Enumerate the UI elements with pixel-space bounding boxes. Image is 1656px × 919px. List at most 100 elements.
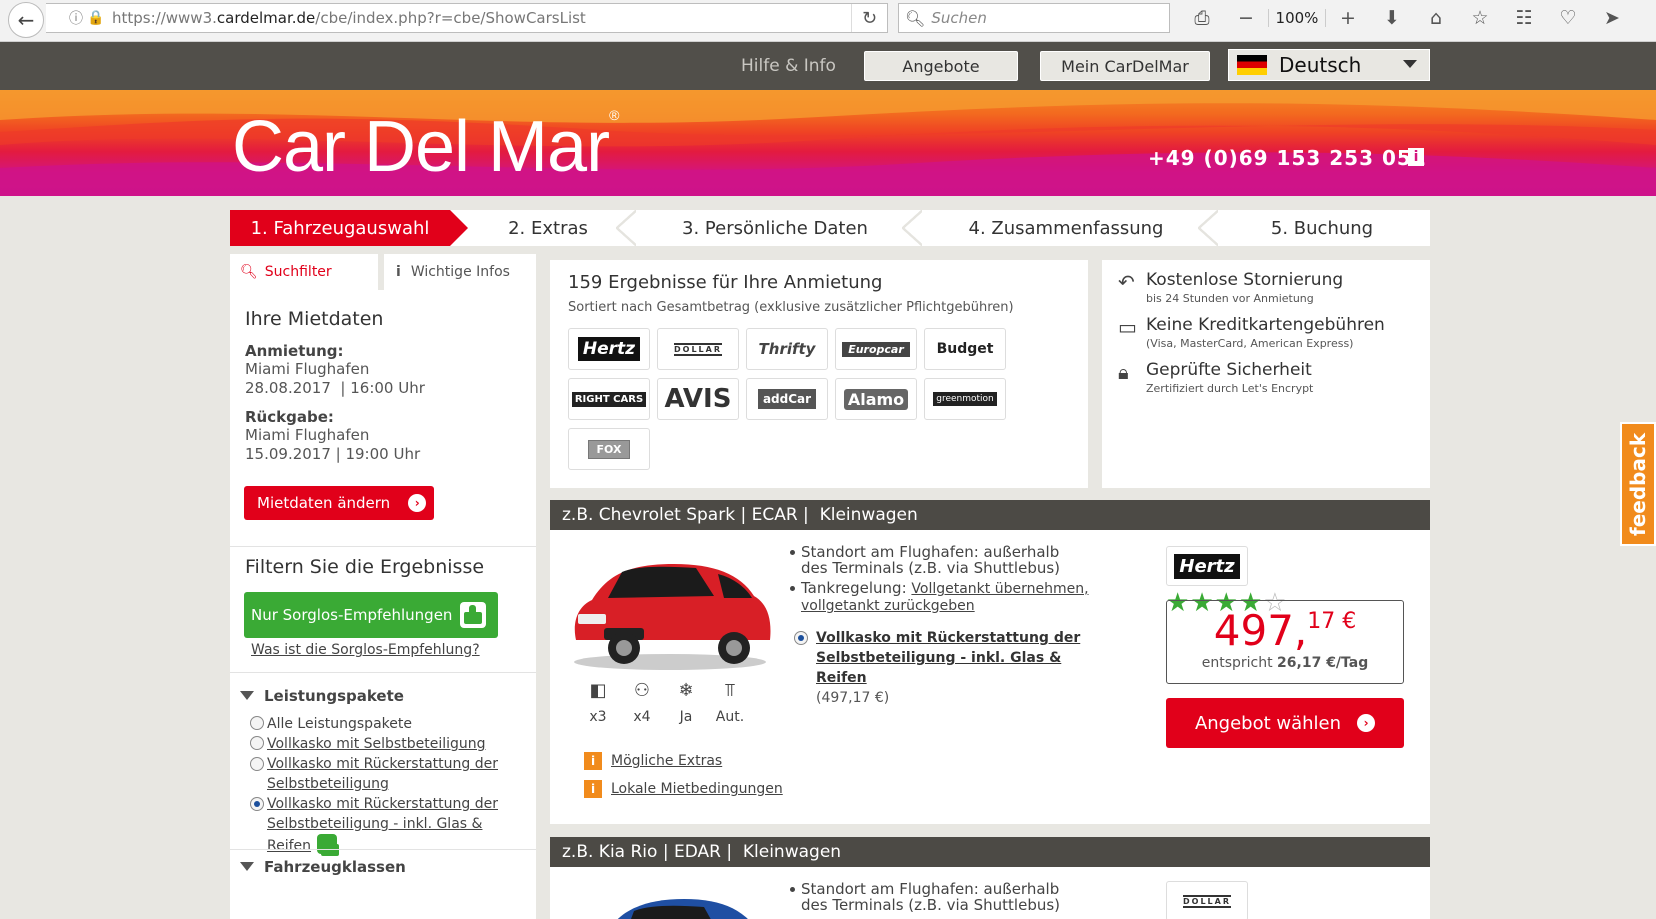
insurance-option[interactable]: Vollkasko mit Rückerstattung der Selbstb…: [794, 628, 1104, 706]
package-option-cdw-refund[interactable]: Vollkasko mit Rückerstattung der Selbstb…: [250, 754, 520, 794]
radio-cdw-refund-glass[interactable]: [250, 797, 264, 811]
offers-button[interactable]: Angebote: [864, 51, 1018, 81]
language-select[interactable]: Deutsch: [1228, 49, 1430, 81]
thumbs-up-icon: [317, 834, 340, 856]
header-banner: Car Del Mar® +49 (0)69 153 253 051 i: [0, 90, 1656, 196]
package-option-cdw-refund-glass[interactable]: Vollkasko mit Rückerstattung der Selbstb…: [250, 794, 520, 856]
radio-cdw-refund[interactable]: [250, 757, 264, 771]
url-text[interactable]: https://www3.cardelmar.de/cbe/index.php?…: [112, 9, 586, 27]
door-icon: ◧: [589, 680, 607, 701]
address-bar[interactable]: ⓘ 🔒 https://www3.cardelmar.de/cbe/index.…: [46, 3, 888, 33]
insurance-radio[interactable]: [794, 631, 808, 645]
zoom-level[interactable]: 100%: [1268, 9, 1326, 27]
print-icon[interactable]: ⎙: [1180, 7, 1224, 29]
supplier-europcar[interactable]: Europcar: [835, 328, 917, 370]
tab-search-filter[interactable]: 🔍︎ Suchfilter: [230, 254, 378, 290]
bookmark-star-icon[interactable]: ☆: [1458, 7, 1502, 29]
pickup-label: Anmietung:: [245, 342, 344, 360]
step-booking: 5. Buchung: [1270, 217, 1374, 239]
vehicle-classes-toggle[interactable]: Fahrzeugklassen: [240, 858, 406, 876]
select-offer-button[interactable]: Angebot wählen ›: [1166, 698, 1404, 748]
pickup-date: 28.08.2017 | 16:00 Uhr: [245, 379, 425, 397]
help-link[interactable]: Hilfe & Info: [741, 56, 836, 76]
benefit-fees-title: Keine Kreditkartengebühren: [1146, 315, 1385, 335]
feature-location: Standort am Flughafen: außerhalb des Ter…: [790, 881, 1090, 913]
change-rental-button[interactable]: Mietdaten ändern ›: [244, 486, 434, 520]
package-option-all[interactable]: Alle Leistungspakete: [250, 714, 520, 734]
results-count: 159 Ergebnisse für Ihre Anmietung: [568, 272, 883, 293]
zoom-out-icon[interactable]: −: [1224, 7, 1268, 29]
carefree-info-link[interactable]: Was ist die Sorglos-Empfehlung?: [251, 642, 480, 658]
supplier-addcar[interactable]: addCar: [746, 378, 828, 420]
padlock-icon: 🔒︎: [1118, 360, 1129, 384]
passengers-icon: ⚇: [633, 680, 651, 701]
triangle-down-icon: [240, 691, 254, 700]
carefree-filter-button[interactable]: Nur Sorglos-Empfehlungen: [244, 592, 498, 638]
return-label: Rückgabe:: [245, 408, 334, 426]
supplier-budget[interactable]: Budget: [924, 328, 1006, 370]
site-topbar: Hilfe & Info Angebote Mein CarDelMar Deu…: [0, 42, 1656, 90]
results-panel: 159 Ergebnisse für Ihre Anmietung Sortie…: [550, 260, 1088, 488]
browser-toolbar: ← ⓘ 🔒 https://www3.cardelmar.de/cbe/inde…: [0, 0, 1656, 42]
info-icon[interactable]: ⓘ: [66, 8, 86, 28]
zoom-in-icon[interactable]: +: [1326, 7, 1370, 29]
step-personal-data: 3. Persönliche Daten: [632, 210, 922, 246]
car-offer-card: z.B. Kia Rio | EDAR | Kleinwagen Standor…: [550, 837, 1430, 919]
supplier-hertz[interactable]: Hertz: [568, 328, 650, 370]
car-image[interactable]: [564, 881, 776, 919]
language-label: Deutsch: [1279, 53, 1362, 77]
supplier-thrifty[interactable]: Thrifty: [746, 328, 828, 370]
reload-icon[interactable]: ↻: [851, 4, 887, 32]
feature-location: Standort am Flughafen: außerhalb des Ter…: [790, 544, 1090, 576]
arrow-right-icon: ›: [1357, 714, 1376, 732]
info-icon: i: [584, 780, 602, 798]
my-account-button[interactable]: Mein CarDelMar: [1040, 51, 1210, 81]
browser-search-input[interactable]: 🔍︎ Suchen: [898, 3, 1170, 33]
phone-info-icon[interactable]: i: [1408, 148, 1424, 166]
lock-icon: 🔒: [87, 10, 105, 26]
rental-terms-link[interactable]: i Lokale Mietbedingungen: [584, 780, 783, 798]
search-icon: 🔍︎: [240, 264, 258, 280]
benefit-cancel-title: Kostenlose Stornierung: [1146, 270, 1344, 290]
credit-card-icon: ▭: [1118, 315, 1137, 339]
package-option-cdw[interactable]: Vollkasko mit Selbstbeteiligung: [250, 734, 520, 754]
possible-extras-link[interactable]: i Mögliche Extras: [584, 752, 722, 770]
undo-arrow-icon: ↶: [1118, 270, 1135, 294]
search-icon: 🔍︎: [905, 8, 926, 28]
supplier-alamo[interactable]: Alamo: [835, 378, 917, 420]
step-summary: 4. Zusammenfassung: [918, 210, 1218, 246]
benefits-panel: ↶ Kostenlose Stornierung bis 24 Stunden vo…: [1102, 260, 1430, 488]
gearshift-icon: ⫪: [724, 680, 736, 701]
arrow-right-icon: ›: [408, 494, 427, 512]
pocket-icon[interactable]: ♡: [1546, 7, 1590, 29]
german-flag-icon: [1237, 55, 1267, 75]
supplier-avis[interactable]: AVIS: [657, 378, 739, 420]
benefit-security-sub: Zertifiziert durch Let's Encrypt: [1146, 382, 1314, 395]
pickup-place: Miami Flughafen: [245, 360, 370, 378]
feedback-tab[interactable]: feedback: [1620, 422, 1656, 546]
radio-cdw[interactable]: [250, 736, 264, 750]
home-icon[interactable]: ⌂: [1414, 7, 1458, 29]
passengers-count: x4: [633, 709, 651, 725]
cardelmar-logo[interactable]: Car Del Mar®: [232, 102, 619, 192]
rental-data-title: Ihre Mietdaten: [245, 308, 384, 330]
car-image[interactable]: [564, 544, 776, 674]
phone-number: +49 (0)69 153 253 051: [1148, 146, 1427, 170]
total-price: 497,17 €: [1213, 606, 1357, 655]
back-button[interactable]: ←: [8, 2, 44, 38]
reading-list-icon[interactable]: ☷: [1502, 7, 1546, 29]
supplier-right-cars[interactable]: RIGHT CARS: [568, 378, 650, 420]
supplier-logo-hertz: Hertz: [1166, 546, 1248, 586]
tab-important-info[interactable]: i Wichtige Infos: [384, 254, 536, 290]
supplier-fox[interactable]: FOX: [568, 428, 650, 470]
supplier-dollar[interactable]: DOLLAR: [657, 328, 739, 370]
doors-count: x3: [589, 709, 607, 725]
radio-all[interactable]: [250, 716, 264, 730]
feature-fuel: Tankregelung: Vollgetankt übernehmen, vo…: [790, 580, 1090, 614]
supplier-greenmotion[interactable]: greenmotion: [924, 378, 1006, 420]
packages-toggle[interactable]: Leistungspakete: [240, 687, 404, 705]
booking-steps: 1. Fahrzeugauswahl 2. Extras 3. Persönli…: [230, 210, 1430, 246]
send-icon[interactable]: ➤: [1590, 7, 1634, 29]
download-icon[interactable]: ⬇: [1370, 7, 1414, 29]
return-date: 15.09.2017 | 19:00 Uhr: [245, 445, 421, 463]
